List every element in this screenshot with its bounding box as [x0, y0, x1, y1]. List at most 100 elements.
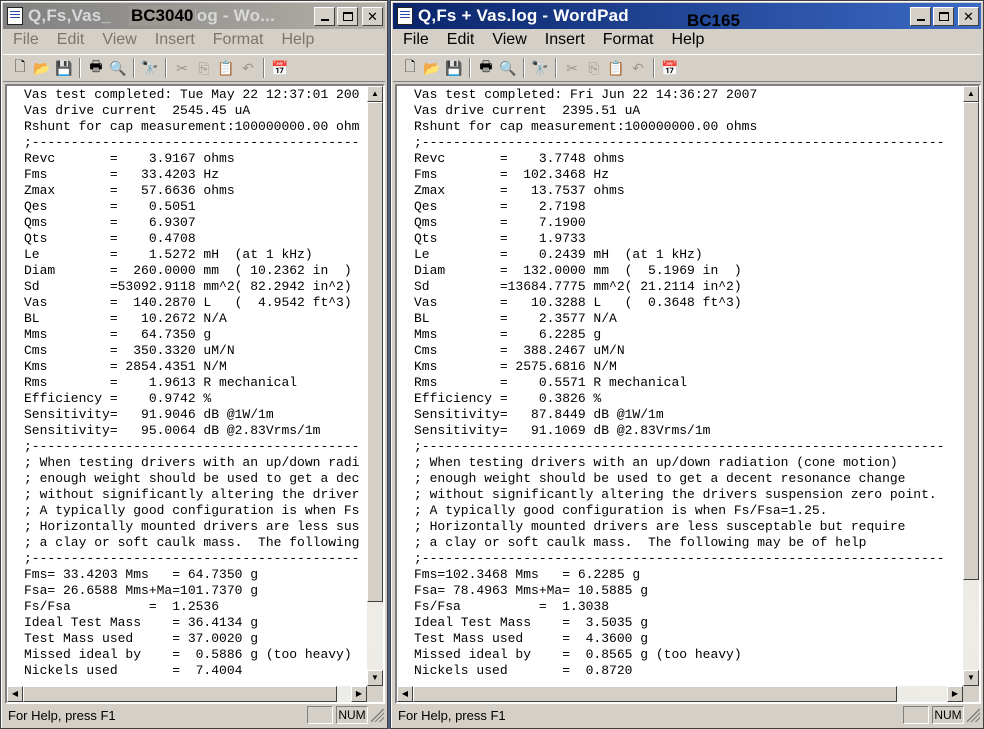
- menu-insert[interactable]: Insert: [145, 31, 203, 49]
- wordpad-document-icon[interactable]: [397, 7, 413, 25]
- text-line: Vas test completed: Fri Jun 22 14:36:27 …: [414, 87, 758, 102]
- wordpad-window-left[interactable]: Q,Fs,Vas_ t.log - Wo... BC3040 ✕ File Edi…: [0, 0, 388, 729]
- scroll-right-button[interactable]: ▶: [351, 686, 367, 702]
- insert-date-time-icon[interactable]: 📅: [659, 57, 681, 79]
- text-line: Le = 1.5272 mH (at 1 kHz): [24, 247, 313, 262]
- text-line: Mms = 64.7350 g: [24, 327, 212, 342]
- copy-icon[interactable]: ⎘: [193, 57, 215, 79]
- menu-help[interactable]: Help: [661, 31, 712, 49]
- scroll-left-button[interactable]: ◀: [7, 686, 23, 702]
- document-editor[interactable]: Vas test completed: Fri Jun 22 14:36:27 …: [395, 84, 981, 704]
- horizontal-scrollbar[interactable]: ◀ ▶: [397, 686, 963, 702]
- insert-date-time-icon[interactable]: 📅: [269, 57, 291, 79]
- new-document-icon[interactable]: 🗋: [399, 57, 421, 79]
- print-icon[interactable]: 🖶: [85, 57, 107, 79]
- paste-icon[interactable]: 📋: [215, 57, 237, 79]
- vertical-scrollbar[interactable]: ▲ ▼: [963, 86, 979, 686]
- scroll-down-button[interactable]: ▼: [963, 670, 979, 686]
- minimize-button[interactable]: [910, 6, 931, 26]
- text-line: Nickels used = 7.4004: [24, 663, 243, 678]
- vertical-scrollbar[interactable]: ▲ ▼: [367, 86, 383, 686]
- wordpad-window-right[interactable]: Q,Fs + Vas.log - WordPad BC165 ✕ File Ed…: [390, 0, 984, 729]
- menu-view[interactable]: View: [482, 31, 534, 49]
- maximize-button[interactable]: [337, 6, 358, 26]
- menu-file[interactable]: File: [393, 31, 437, 49]
- close-icon: ✕: [963, 8, 974, 24]
- close-button[interactable]: ✕: [958, 6, 979, 26]
- print-preview-icon[interactable]: 🔍: [107, 57, 129, 79]
- text-line: Ideal Test Mass = 3.5035 g: [414, 615, 649, 630]
- title-annotation: BC3040: [129, 6, 196, 26]
- cut-icon[interactable]: ✂: [171, 57, 193, 79]
- scrollbar-corner: [367, 686, 383, 702]
- minimize-icon: [320, 19, 329, 21]
- scrollbar-corner: [963, 686, 979, 702]
- vertical-scroll-thumb[interactable]: [963, 102, 979, 580]
- scroll-right-button[interactable]: ▶: [947, 686, 963, 702]
- print-icon[interactable]: 🖶: [475, 57, 497, 79]
- text-line: Qes = 2.7198: [414, 199, 586, 214]
- arrow-up-icon: ▲: [371, 89, 379, 98]
- toolbar-separator: [79, 58, 81, 78]
- status-num: NUM: [932, 706, 964, 724]
- resize-grip-icon[interactable]: [967, 708, 980, 722]
- menu-format[interactable]: Format: [593, 31, 662, 49]
- text-line: Sd =13684.7775 mm^2( 21.2114 in^2): [414, 279, 742, 294]
- find-icon[interactable]: 🔭: [529, 57, 551, 79]
- horizontal-scroll-thumb[interactable]: [23, 686, 337, 702]
- open-folder-icon[interactable]: 📂: [31, 57, 53, 79]
- title-bar[interactable]: Q,Fs,Vas_ t.log - Wo... BC3040 ✕: [3, 3, 385, 29]
- wordpad-document-icon[interactable]: [7, 7, 23, 25]
- text-line: Qes = 0.5051: [24, 199, 196, 214]
- text-line: Rshunt for cap measurement:100000000.00 …: [414, 119, 758, 134]
- text-line: Test Mass used = 4.3600 g: [414, 631, 649, 646]
- undo-icon[interactable]: ↶: [237, 57, 259, 79]
- vertical-scroll-thumb[interactable]: [367, 102, 383, 602]
- text-line: Cms = 388.2467 uM/N: [414, 343, 625, 358]
- save-icon[interactable]: 💾: [443, 57, 465, 79]
- text-line: ; Horizontally mounted drivers are less …: [24, 519, 360, 534]
- text-line: ; enough weight should be used to get a …: [414, 471, 906, 486]
- minimize-button[interactable]: [314, 6, 335, 26]
- paste-icon[interactable]: 📋: [605, 57, 627, 79]
- horizontal-scroll-thumb[interactable]: [413, 686, 897, 702]
- find-icon[interactable]: 🔭: [139, 57, 161, 79]
- scroll-left-button[interactable]: ◀: [397, 686, 413, 702]
- resize-grip-icon[interactable]: [371, 708, 384, 722]
- close-button[interactable]: ✕: [362, 6, 383, 26]
- document-text[interactable]: Vas test completed: Tue May 22 12:37:01 …: [7, 86, 367, 686]
- text-line: Qts = 0.4708: [24, 231, 196, 246]
- menu-file[interactable]: File: [3, 31, 47, 49]
- text-line: ; a clay or soft caulk mass. The followi…: [414, 535, 867, 550]
- menu-help[interactable]: Help: [271, 31, 322, 49]
- undo-icon[interactable]: ↶: [627, 57, 649, 79]
- print-preview-icon[interactable]: 🔍: [497, 57, 519, 79]
- scroll-up-button[interactable]: ▲: [367, 86, 383, 102]
- horizontal-scrollbar[interactable]: ◀ ▶: [7, 686, 367, 702]
- menu-insert[interactable]: Insert: [535, 31, 593, 49]
- cut-icon[interactable]: ✂: [561, 57, 583, 79]
- maximize-button[interactable]: [933, 6, 954, 26]
- menu-edit[interactable]: Edit: [437, 31, 483, 49]
- toolbar-separator: [555, 58, 557, 78]
- maximize-icon: [938, 11, 949, 21]
- text-line: Revc = 3.9167 ohms: [24, 151, 235, 166]
- document-editor[interactable]: Vas test completed: Tue May 22 12:37:01 …: [5, 84, 385, 704]
- menu-format[interactable]: Format: [203, 31, 272, 49]
- menu-view[interactable]: View: [92, 31, 144, 49]
- document-text[interactable]: Vas test completed: Fri Jun 22 14:36:27 …: [397, 86, 963, 686]
- copy-icon[interactable]: ⎘: [583, 57, 605, 79]
- new-document-icon[interactable]: 🗋: [9, 57, 31, 79]
- open-folder-icon[interactable]: 📂: [421, 57, 443, 79]
- title-annotation: BC165: [687, 11, 740, 30]
- save-icon[interactable]: 💾: [53, 57, 75, 79]
- menu-bar: File Edit View Insert Format Help: [393, 29, 981, 51]
- text-line: ; When testing drivers with an up/down r…: [24, 455, 360, 470]
- title-bar[interactable]: Q,Fs + Vas.log - WordPad BC165 ✕: [393, 3, 981, 30]
- scroll-up-button[interactable]: ▲: [963, 86, 979, 102]
- scroll-down-button[interactable]: ▼: [367, 670, 383, 686]
- text-line: Kms = 2854.4351 N/M: [24, 359, 227, 374]
- text-line: Zmax = 57.6636 ohms: [24, 183, 235, 198]
- menu-edit[interactable]: Edit: [47, 31, 93, 49]
- text-line: ; A typically good configuration is when…: [414, 503, 828, 518]
